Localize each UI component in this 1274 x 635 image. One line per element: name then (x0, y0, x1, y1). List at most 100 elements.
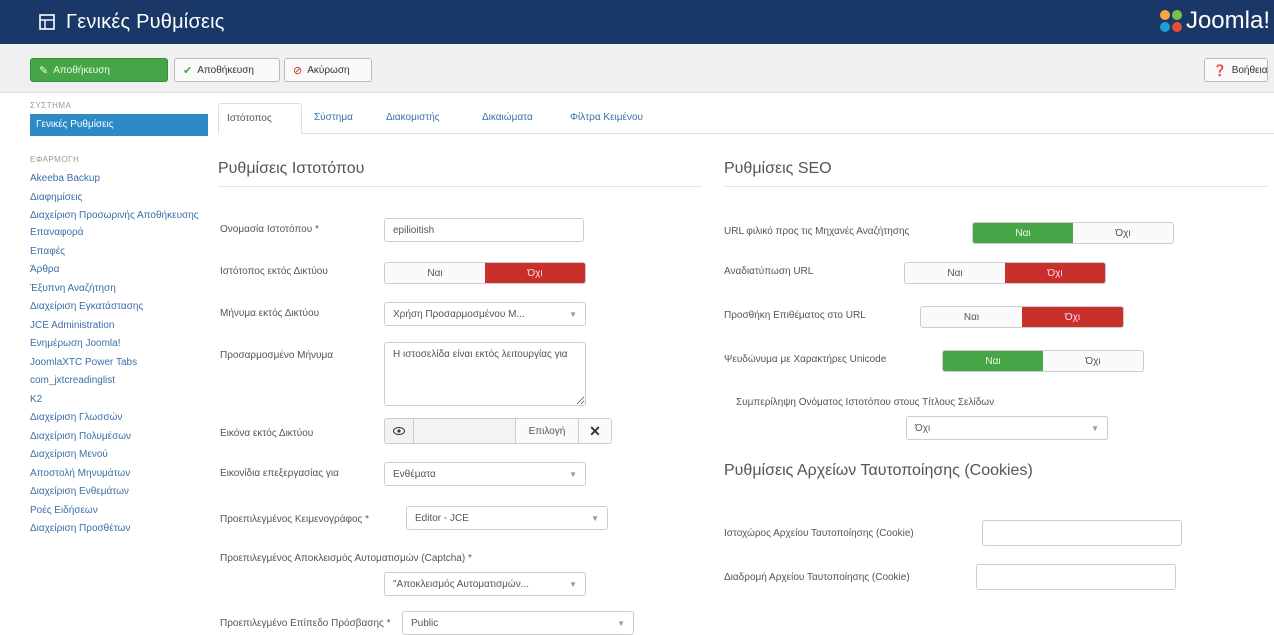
sidebar-item[interactable]: Διαχείριση Γλωσσών (30, 409, 210, 428)
sidebar-item[interactable]: Αποστολή Μηνυμάτων (30, 465, 210, 484)
tab-server[interactable]: Διακομιστής (386, 103, 440, 133)
offline-image-label: Εικόνα εκτός Δικτύου (220, 428, 314, 439)
sidebar-item[interactable]: Διαχείριση Πολυμέσων (30, 428, 210, 447)
site-name-in-titles-select[interactable]: Όχι ▼ (906, 416, 1108, 440)
unicode-aliases-toggle[interactable]: Ναι Όχι (942, 350, 1144, 372)
seo-settings-heading: Ρυθμίσεις SEO (724, 160, 1268, 187)
grid-icon[interactable] (38, 13, 56, 31)
edit-icons-label: Εικονίδια επεξεργασίας για (220, 468, 339, 479)
url-rewrite-label: Αναδιατύπωση URL (724, 266, 814, 277)
sidebar-item[interactable]: Διαφημίσεις (30, 189, 210, 208)
url-rewrite-toggle[interactable]: Ναι Όχι (904, 262, 1106, 284)
sef-urls-toggle[interactable]: Ναι Όχι (972, 222, 1174, 244)
help-button[interactable]: ❓ Βοήθεια (1204, 58, 1268, 82)
tab-bar: Ιστότοπος Σύστημα Διακομιστής Δικαιώματα… (218, 103, 1274, 134)
sidebar-item[interactable]: Διαχείριση Μενού (30, 446, 210, 465)
url-suffix-label: Προσθήκη Επιθέματος στο URL (724, 310, 866, 321)
default-access-select[interactable]: Public ▼ (402, 611, 634, 635)
sidebar-item[interactable]: Διαχείριση Προσωρινής Αποθήκευσης (30, 207, 210, 224)
caret-down-icon: ▼ (617, 618, 625, 628)
joomla-logo[interactable]: Joomla! (1158, 7, 1270, 35)
cancel-icon: ⊘ (293, 64, 303, 77)
joomla-logo-text: Joomla! (1185, 7, 1270, 34)
site-offline-toggle[interactable]: Ναι Όχι (384, 262, 586, 284)
cancel-button[interactable]: ⊘ Ακύρωση (284, 58, 372, 82)
url-suffix-no[interactable]: Όχι (1022, 307, 1123, 327)
site-offline-no[interactable]: Όχι (485, 263, 585, 283)
offline-message-select[interactable]: Χρήση Προσαρμοσμένου Μ... ▼ (384, 302, 586, 326)
sidebar-item-global-config[interactable]: Γενικές Ρυθμίσεις (30, 114, 208, 136)
unicode-aliases-yes[interactable]: Ναι (943, 351, 1043, 371)
sidebar-item[interactable]: Διαχείριση Εγκατάστασης (30, 298, 210, 317)
custom-message-textarea[interactable]: Η ιστοσελίδα είναι εκτός λειτουργίας για (384, 342, 586, 406)
site-name-in-titles-label: Συμπερίληψη Ονόματος Ιστοτόπου στους Τίτ… (736, 397, 995, 408)
offline-message-label: Μήνυμα εκτός Δικτύου (220, 308, 320, 319)
page-title: Γενικές Ρυθμίσεις (66, 10, 225, 33)
site-settings-heading: Ρυθμίσεις Ιστοτόπου (218, 160, 702, 187)
url-rewrite-no[interactable]: Όχι (1005, 263, 1105, 283)
sidebar-item[interactable]: Έξυπνη Αναζήτηση (30, 280, 210, 299)
edit-icon: ✎ (39, 64, 49, 77)
caret-down-icon: ▼ (1091, 423, 1099, 433)
sidebar-item[interactable]: Επαφές (30, 243, 210, 262)
url-suffix-toggle[interactable]: Ναι Όχι (920, 306, 1124, 328)
save-button[interactable]: ✎ Αποθήκευση (30, 58, 168, 82)
sidebar-item[interactable]: JoomlaXTC Power Tabs (30, 354, 210, 373)
sidebar-heading-components: ΕΦΑΡΜΟΓΗ (30, 155, 80, 164)
tab-system[interactable]: Σύστημα (314, 103, 353, 133)
sidebar-heading-system: ΣΥΣΤΗΜΑ (30, 101, 72, 110)
default-access-label: Προεπιλεγμένο Επίπεδο Πρόσβασης * (220, 618, 391, 629)
tab-text-filters[interactable]: Φίλτρα Κειμένου (570, 103, 643, 133)
edit-icons-select[interactable]: Ενθέματα ▼ (384, 462, 586, 486)
tab-site[interactable]: Ιστότοπος (218, 103, 302, 134)
sidebar-item[interactable]: com_jxtcreadinglist (30, 372, 210, 391)
default-editor-label: Προεπιλεγμένος Κειμενογράφος * (220, 514, 370, 525)
site-offline-label: Ιστότοπος εκτός Δικτύου (220, 266, 328, 277)
sidebar-item[interactable]: Επαναφορά (30, 224, 210, 243)
toolbar: ✎ Αποθήκευση ✔ Αποθήκευση ⊘ Ακύρωση ❓ Βο… (0, 44, 1274, 93)
offline-image-select-button[interactable]: Επιλογή (515, 419, 578, 443)
sef-urls-label: URL φιλικό προς τις Μηχανές Αναζήτησης (724, 226, 910, 237)
clear-icon[interactable]: ✕ (578, 419, 611, 443)
default-captcha-select[interactable]: "Αποκλεισμός Αυτοματισμών... ▼ (384, 572, 586, 596)
caret-down-icon: ▼ (569, 579, 577, 589)
caret-down-icon: ▼ (569, 309, 577, 319)
check-icon: ✔ (183, 64, 193, 77)
sidebar-item[interactable]: Διαχείριση Προσθέτων (30, 520, 210, 539)
cookie-path-input[interactable] (976, 564, 1176, 590)
unicode-aliases-no[interactable]: Όχι (1043, 351, 1143, 371)
sidebar-item[interactable]: JCE Administration (30, 317, 210, 336)
sidebar-item[interactable]: Διαχείριση Ενθεμάτων (30, 483, 210, 502)
sidebar-component-list: Akeeba Backup Διαφημίσεις Διαχείριση Προ… (30, 170, 210, 539)
site-name-label: Ονομασία Ιστοτόπου * (220, 224, 319, 235)
joomla-logo-icon (1159, 10, 1182, 32)
cookie-domain-label: Ιστοχώρος Αρχείου Ταυτοποίησης (Cookie) (724, 528, 914, 539)
sef-urls-no[interactable]: Όχι (1073, 223, 1173, 243)
tab-permissions[interactable]: Δικαιώματα (482, 103, 533, 133)
sidebar-item[interactable]: Ροές Ειδήσεων (30, 502, 210, 521)
header-bar: Γενικές Ρυθμίσεις Joomla! (0, 0, 1274, 44)
offline-image-field[interactable]: Επιλογή ✕ (384, 418, 612, 444)
caret-down-icon: ▼ (591, 513, 599, 523)
url-rewrite-yes[interactable]: Ναι (905, 263, 1005, 283)
eye-icon[interactable] (385, 419, 414, 443)
default-captcha-label: Προεπιλεγμένος Αποκλεισμός Αυτοματισμών … (220, 553, 472, 564)
sidebar-item[interactable]: Άρθρα (30, 261, 210, 280)
cookie-path-label: Διαδρομή Αρχείου Ταυτοποίησης (Cookie) (724, 572, 910, 583)
cookie-settings-heading: Ρυθμίσεις Αρχείων Ταυτοποίησης (Cookies) (724, 462, 1033, 479)
sidebar-item[interactable]: Ενημέρωση Joomla! (30, 335, 210, 354)
url-suffix-yes[interactable]: Ναι (921, 307, 1022, 327)
sidebar-item[interactable]: Akeeba Backup (30, 170, 210, 189)
question-icon: ❓ (1213, 64, 1227, 77)
unicode-aliases-label: Ψευδώνυμα με Χαρακτήρες Unicode (724, 354, 887, 365)
save-close-button[interactable]: ✔ Αποθήκευση (174, 58, 280, 82)
sidebar: ΣΥΣΤΗΜΑ Γενικές Ρυθμίσεις ΕΦΑΡΜΟΓΗ Akeeb… (30, 100, 210, 539)
sef-urls-yes[interactable]: Ναι (973, 223, 1073, 243)
cookie-domain-input[interactable] (982, 520, 1182, 546)
sidebar-item[interactable]: K2 (30, 391, 210, 410)
default-editor-select[interactable]: Editor - JCE ▼ (406, 506, 608, 530)
site-name-input[interactable]: epilioitish (384, 218, 584, 242)
site-offline-yes[interactable]: Ναι (385, 263, 485, 283)
custom-message-label: Προσαρμοσμένο Μήνυμα (220, 350, 334, 361)
caret-down-icon: ▼ (569, 469, 577, 479)
